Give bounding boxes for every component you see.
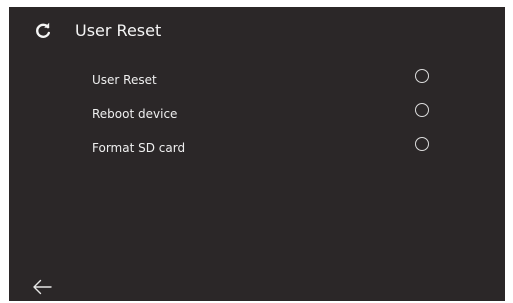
user-reset-radio[interactable] xyxy=(415,69,429,83)
option-user-reset[interactable]: User Reset xyxy=(9,63,505,97)
header: User Reset xyxy=(9,17,505,47)
reboot-device-radio[interactable] xyxy=(415,103,429,117)
reset-screen: User Reset User Reset Reboot device Form… xyxy=(9,7,505,301)
back-button[interactable] xyxy=(31,278,53,296)
reset-icon xyxy=(33,21,53,41)
page-title: User Reset xyxy=(75,21,162,40)
arrow-left-icon xyxy=(33,279,52,295)
format-sd-card-radio[interactable] xyxy=(415,137,429,151)
option-label: Reboot device xyxy=(92,107,178,121)
option-reboot-device[interactable]: Reboot device xyxy=(9,97,505,131)
option-label: Format SD card xyxy=(92,141,186,155)
option-label: User Reset xyxy=(92,73,157,87)
option-format-sd-card[interactable]: Format SD card xyxy=(9,131,505,165)
